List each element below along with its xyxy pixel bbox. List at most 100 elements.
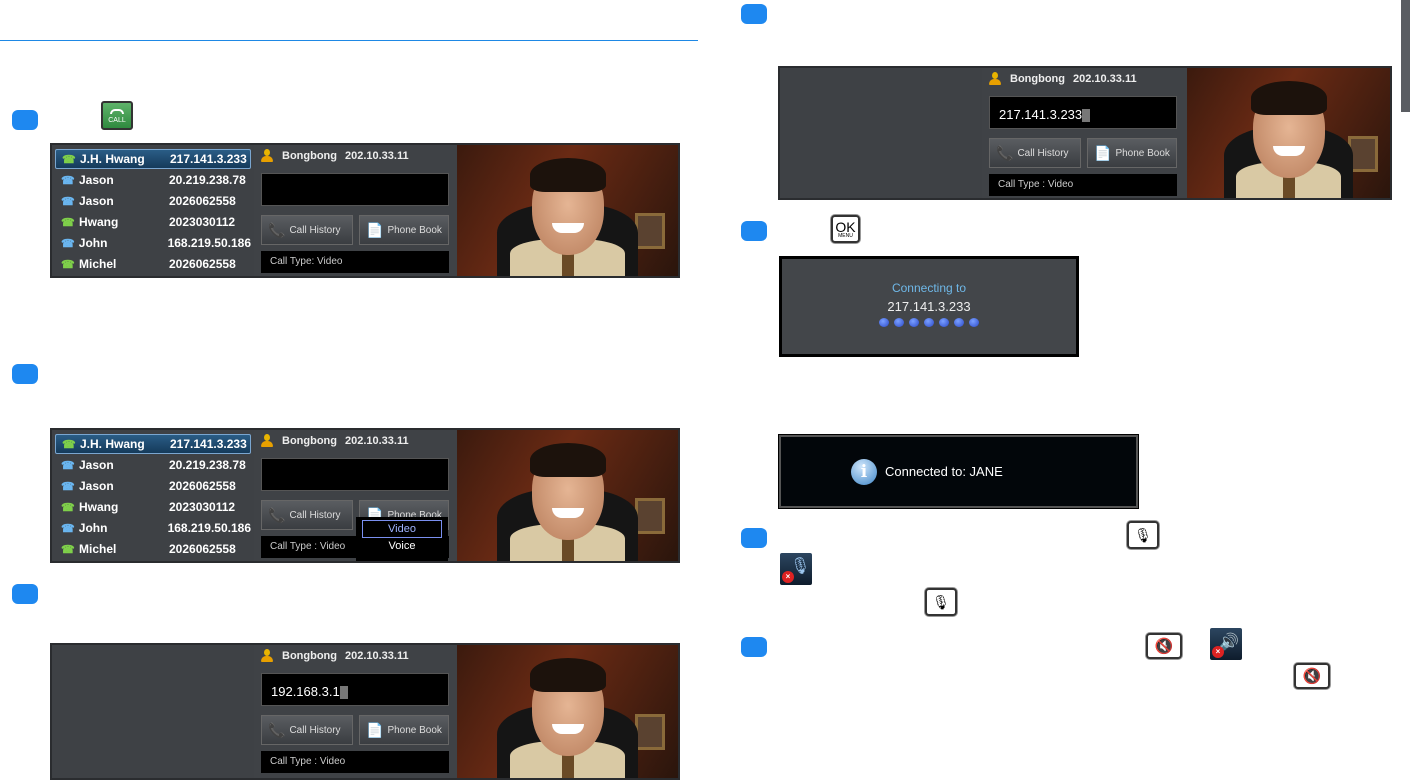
video-preview	[457, 645, 678, 778]
contact-number: 217.141.3.233	[170, 152, 247, 166]
call-list-item[interactable]: ☎ Michel 2026062558	[55, 254, 251, 274]
call-history-icon: 📞	[996, 144, 1014, 161]
phone-book-icon: 📄	[1094, 144, 1112, 161]
ok-menu-key-icon: OK MENU	[831, 215, 860, 243]
video-smile	[1272, 146, 1305, 157]
step-badge	[12, 110, 38, 130]
call-history-button[interactable]: 📞 Call History	[261, 215, 353, 245]
phone-book-button[interactable]: 📄 Phone Book	[359, 215, 449, 245]
call-list-item[interactable]: ☎ Jason 20.219.238.78	[55, 455, 251, 475]
video-smile	[551, 723, 584, 734]
info-icon: i	[851, 458, 877, 485]
call-list-item[interactable]: ☎ Hwang 2023030112	[55, 497, 251, 517]
dial-input[interactable]	[261, 458, 449, 491]
speaker-muted-status-icon: 🔊 ×	[1210, 628, 1242, 660]
panel-step1: ☎ J.H. Hwang 217.141.3.233 ☎ Jason 20.219.238…	[50, 143, 680, 278]
phone-book-button[interactable]: 📄 Phone Book	[359, 715, 449, 745]
phone-book-button[interactable]: 📄 Phone Book	[1087, 138, 1177, 168]
ok-label: OK	[835, 218, 856, 235]
call-key-icon: CALL	[101, 101, 133, 130]
text-cursor	[339, 686, 348, 700]
connecting-label: Connecting to	[891, 281, 967, 295]
user-header: Bongbong 202.10.33.11	[988, 72, 1137, 86]
call-list	[780, 68, 982, 198]
call-list-item[interactable]: ☎ John 168.219.50.186	[55, 518, 251, 538]
contact-number: 168.219.50.186	[167, 521, 251, 535]
outgoing-call-icon: ☎	[61, 543, 75, 556]
contact-name: Hwang	[79, 215, 119, 229]
call-history-icon: 📞	[268, 221, 286, 238]
contact-name: Hwang	[79, 500, 119, 514]
panel-step4: Bongbong 202.10.33.11 217.141.3.233 📞 Call H…	[778, 66, 1392, 200]
user-ip: 202.10.33.11	[344, 650, 409, 662]
call-list-item[interactable]: ☎ Jason 2026062558	[55, 191, 251, 211]
user-ip: 202.10.33.11	[344, 150, 409, 162]
outgoing-call-icon: ☎	[62, 153, 76, 166]
call-list-item[interactable]: ☎ John 168.219.50.186	[55, 233, 251, 253]
speaker-mute-key-icon: 🔇	[1146, 633, 1182, 659]
user-icon	[988, 72, 1002, 86]
contact-name: Jason	[79, 194, 114, 208]
connected-notification: i Connected to: JANE	[778, 434, 1139, 509]
call-list-item[interactable]: ☎ Hwang 2023030112	[55, 212, 251, 232]
progress-dot	[909, 318, 919, 327]
dial-input[interactable]	[261, 173, 449, 206]
menu-label: MENU	[838, 232, 853, 239]
step-badge	[741, 637, 767, 657]
user-header: Bongbong 202.10.33.11	[260, 434, 409, 448]
connected-message: Connected to: JANE	[885, 464, 1003, 479]
page-edge-bar	[1401, 0, 1410, 112]
call-history-icon: 📞	[268, 506, 286, 523]
contact-number: 2023030112	[169, 215, 236, 229]
contact-name: Jason	[79, 173, 114, 187]
call-history-label: Call History	[1017, 147, 1069, 159]
contact-number: 20.219.238.78	[169, 173, 246, 187]
mic-mute-key-icon: 🎙	[1127, 521, 1159, 549]
dial-input[interactable]: 217.141.3.233	[989, 96, 1177, 129]
call-list-item[interactable]: ☎ J.H. Hwang 217.141.3.233	[55, 149, 251, 169]
phone-book-label: Phone Book	[387, 224, 442, 236]
speaker-mute-key-icon: 🔇	[1294, 663, 1330, 689]
text-cursor	[1082, 109, 1091, 123]
step-badge	[741, 528, 767, 548]
call-type-option[interactable]: Video	[362, 520, 442, 538]
call-type-field[interactable]: Call Type: Video	[261, 251, 449, 273]
user-header: Bongbong 202.10.33.11	[260, 649, 409, 663]
phone-book-label: Phone Book	[1115, 147, 1170, 159]
call-list-item[interactable]: ☎ J.H. Hwang 217.141.3.233	[55, 434, 251, 454]
connecting-address: 217.141.3.233	[887, 299, 971, 314]
contact-number: 168.219.50.186	[167, 236, 251, 250]
contact-name: J.H. Hwang	[80, 152, 145, 166]
contact-name: Michel	[79, 257, 117, 271]
user-name: Bongbong	[282, 435, 337, 447]
call-type-option[interactable]: Voice	[356, 538, 448, 556]
video-hair	[529, 658, 606, 693]
call-history-button[interactable]: 📞 Call History	[261, 715, 353, 745]
phone-book-icon: 📄	[366, 721, 384, 738]
user-header: Bongbong 202.10.33.11	[260, 149, 409, 163]
phone-book-icon: 📄	[366, 221, 384, 238]
call-list-item[interactable]: ☎ Jason 20.219.238.78	[55, 170, 251, 190]
step-badge	[741, 4, 767, 24]
call-type-field[interactable]: Call Type : Video	[261, 751, 449, 773]
call-history-button[interactable]: 📞 Call History	[261, 500, 353, 530]
contact-number: 2026062558	[169, 194, 236, 208]
video-hair	[1250, 81, 1327, 115]
call-list-item[interactable]: ☎ Michel 2026062558	[55, 539, 251, 559]
video-frame	[634, 213, 665, 250]
video-preview	[1187, 68, 1390, 198]
outgoing-call-icon: ☎	[61, 258, 75, 271]
contact-number: 2023030112	[169, 500, 236, 514]
call-history-label: Call History	[289, 724, 341, 736]
call-history-button[interactable]: 📞 Call History	[989, 138, 1081, 168]
video-preview	[457, 430, 678, 561]
video-frame	[634, 714, 665, 751]
call-list-item[interactable]: ☎ Jason 2026062558	[55, 476, 251, 496]
incoming-call-icon: ☎	[61, 480, 75, 493]
incoming-call-icon: ☎	[61, 174, 75, 187]
call-type-field[interactable]: Call Type : Video	[989, 174, 1177, 196]
incoming-call-icon: ☎	[61, 195, 75, 208]
contact-name: J.H. Hwang	[80, 437, 145, 451]
call-key-label: CALL	[108, 117, 126, 124]
dial-input[interactable]: 192.168.3.1	[261, 673, 449, 706]
